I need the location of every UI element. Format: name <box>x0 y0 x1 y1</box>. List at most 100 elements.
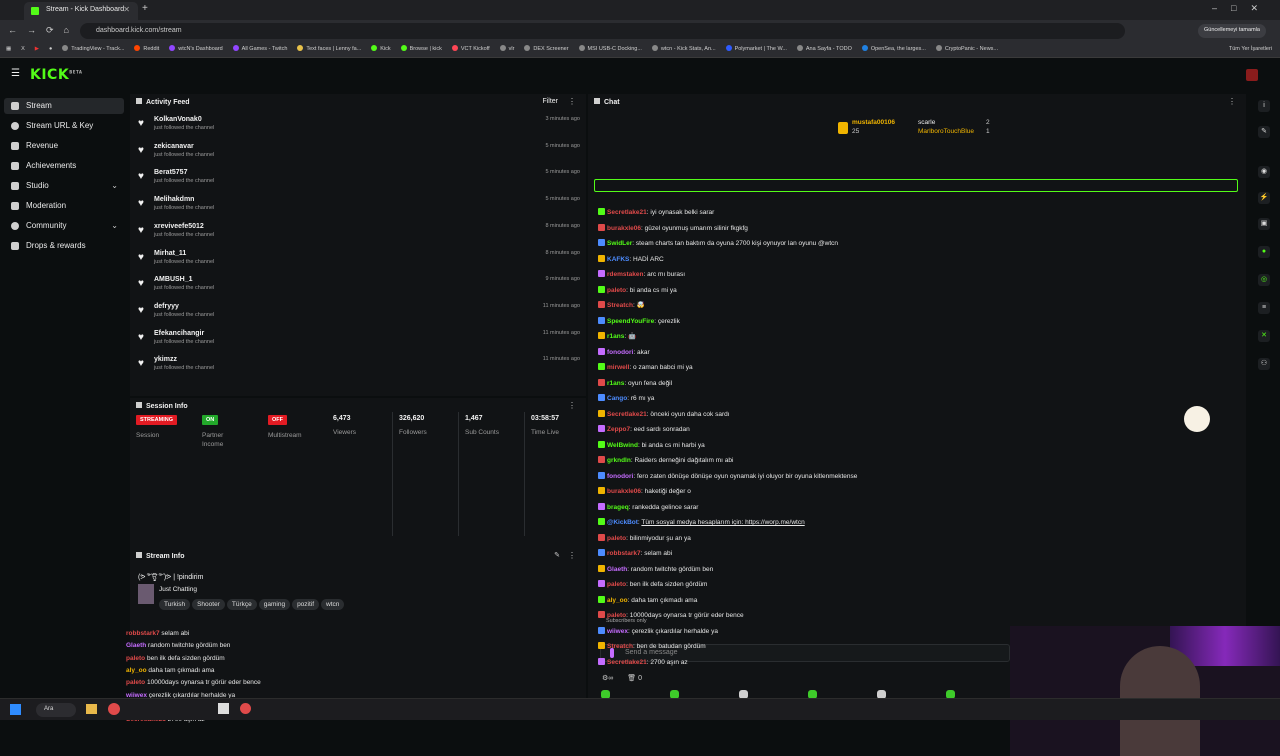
browser-tab-active[interactable]: Stream - Kick Dashboard ✕ <box>24 2 138 20</box>
bookmark[interactable]: DEX Screener <box>524 42 569 57</box>
taskbar-search[interactable]: Ara <box>36 703 76 717</box>
chat-message[interactable]: Glaeth: random twitchte gördüm ben <box>598 563 713 577</box>
wrench-icon[interactable]: ✕ <box>1258 330 1270 342</box>
follower-name[interactable]: Mirhat_11 <box>154 250 186 257</box>
close-tab-icon[interactable]: ✕ <box>123 5 130 14</box>
lightning-icon[interactable]: ⚡ <box>1258 192 1270 204</box>
more-options-icon[interactable]: ⋮ <box>568 97 576 106</box>
chat-message[interactable]: Streatch: 🤯 <box>598 299 645 313</box>
chat-message[interactable]: SwidLer: steam charts tan baktım da oyun… <box>598 237 838 251</box>
chat-username[interactable]: Streatch <box>607 643 633 650</box>
url-field[interactable]: dashboard.kick.com/stream <box>80 23 1125 39</box>
bookmark-icon[interactable]: ▶ <box>35 42 39 57</box>
chat-username[interactable]: paleto <box>607 287 626 294</box>
sidebar-item-stream[interactable]: Stream <box>4 98 124 114</box>
follower-name[interactable]: ykimzz <box>154 356 177 363</box>
more-options-icon[interactable]: ⋮ <box>568 401 576 410</box>
chat-username[interactable]: Streatch <box>607 302 633 309</box>
trash-icon[interactable]: 🗑 <box>627 675 636 682</box>
chat-username[interactable]: brageq <box>607 504 629 511</box>
chat-message[interactable]: aly_oo: daha tam çıkmadı ama <box>598 594 697 608</box>
chat-message[interactable]: paleto: 10000days oynarsa tr görür eder … <box>598 609 744 623</box>
category-name[interactable]: Just Chatting <box>159 586 197 593</box>
sidebar-item-studio[interactable]: Studio ⌄ <box>4 178 124 194</box>
edit-icon[interactable]: ✎ <box>1258 126 1270 138</box>
chat-username[interactable]: KAFKS <box>607 256 629 263</box>
chrome-icon[interactable] <box>108 703 120 715</box>
file-explorer-icon[interactable] <box>86 704 97 714</box>
tag[interactable]: Turkish <box>159 599 191 610</box>
bookmark[interactable]: wtcn - Kick Stats, An... <box>651 42 716 57</box>
chat-username[interactable]: @KickBot <box>607 519 638 526</box>
camera-icon[interactable]: ◉ <box>1258 166 1270 178</box>
tag[interactable]: pozitif <box>292 599 320 610</box>
edit-icon[interactable]: ✎ <box>554 551 560 559</box>
chat-username[interactable]: paleto <box>607 612 626 619</box>
all-bookmarks[interactable]: Tüm Yer İşaretleri <box>1229 42 1272 57</box>
hamburger-menu-icon[interactable]: ☰ <box>11 68 20 79</box>
chat-message[interactable]: Cango: r6 mı ya <box>598 392 654 406</box>
bookmark[interactable]: Text faces | Lenny fa... <box>297 42 361 57</box>
chat-username[interactable]: fonodori <box>607 349 633 356</box>
chat-message[interactable]: wiiwex: çerezlik çıkardılar herhalde ya <box>598 625 718 639</box>
chat-username[interactable]: SwidLer <box>607 240 632 247</box>
chat-message[interactable]: Secretlake21: önceki oyun daha cok sardı <box>598 408 730 422</box>
chat-message[interactable]: WelBwind: bi anda cs mi harbi ya <box>598 439 705 453</box>
chat-message[interactable]: @KickBot: Tüm sosyal medya hesaplarım iç… <box>598 516 805 530</box>
bookmark-x-icon[interactable]: X <box>21 42 25 57</box>
settings-icon[interactable]: ⚙∞ <box>602 675 613 682</box>
follower-name[interactable]: KolkanVonak0 <box>154 116 202 123</box>
stack-icon[interactable]: ≡ <box>1258 302 1270 314</box>
sidebar-item-moderation[interactable]: Moderation <box>4 198 124 214</box>
chat-message[interactable]: fonodori: akar <box>598 346 650 360</box>
follower-name[interactable]: Berat5757 <box>154 169 187 176</box>
follower-name[interactable]: defryyy <box>154 303 179 310</box>
chat-username[interactable]: paleto <box>607 581 626 588</box>
bookmark-icon[interactable]: ● <box>49 42 52 57</box>
chat-username[interactable]: mirwell <box>607 364 629 371</box>
chat-message[interactable]: paleto: ben ilk defa sizden gördüm <box>598 578 707 592</box>
chat-username[interactable]: rdemstaken <box>607 271 644 278</box>
bookmark[interactable]: Polymarket | The W... <box>725 42 787 57</box>
window-controls[interactable]: –□✕ <box>1212 3 1272 14</box>
sidebar-item-revenue[interactable]: Revenue <box>4 138 124 154</box>
chat-message[interactable]: burakxle06: güzel oyunmuş umarım silinir… <box>598 222 748 236</box>
broadcast-icon[interactable]: ◎ <box>1258 274 1270 286</box>
chat-username[interactable]: Glaeth <box>607 566 627 573</box>
chat-message[interactable]: KAFKS: HADİ ARC <box>598 253 664 267</box>
app-icon[interactable] <box>240 703 251 714</box>
bookmark[interactable]: CryptoPanic - News... <box>935 42 998 57</box>
chat-username[interactable]: robbstark7 <box>607 550 641 557</box>
chat-message[interactable]: Zeppo7: eed sardı sonradan <box>598 423 690 437</box>
sidebar-item-drops[interactable]: Drops & rewards <box>4 238 124 254</box>
chat-username[interactable]: SpeendYouFire <box>607 318 654 325</box>
tag[interactable]: Türkçe <box>226 599 257 610</box>
follower-name[interactable]: Melihakdmn <box>154 196 194 203</box>
sidebar-item-stream-url[interactable]: Stream URL & Key <box>4 118 124 134</box>
follower-name[interactable]: zekicanavar <box>154 143 194 150</box>
tag[interactable]: gaming <box>258 599 291 610</box>
chat-message[interactable]: grkndln: Raiders derneğini dağıtalım mı … <box>598 454 733 468</box>
shield-icon[interactable]: ▣ <box>1258 218 1270 230</box>
chat-username[interactable]: aly_oo <box>607 597 628 604</box>
bookmark[interactable]: Kick <box>371 42 391 57</box>
update-button[interactable]: Güncellemeyi tamamla <box>1198 24 1266 38</box>
apps-icon[interactable]: ▦ <box>6 42 11 57</box>
bookmark[interactable]: OpenSea, the larges... <box>861 42 926 57</box>
sidebar-item-achievements[interactable]: Achievements <box>4 158 124 174</box>
chat-username[interactable]: Zeppo7 <box>607 426 630 433</box>
bookmark[interactable]: Reddit <box>134 42 159 57</box>
follower-name[interactable]: xreviveefe5012 <box>154 223 204 230</box>
more-options-icon[interactable]: ⋮ <box>1228 97 1236 106</box>
chat-message[interactable]: brageq: rankedda gelince sarar <box>598 501 698 515</box>
chat-message[interactable]: paleto: bilinmiyodur şu an ya <box>598 532 691 546</box>
tag[interactable]: Shooter <box>192 599 225 610</box>
chat-username[interactable]: Secretlake21 <box>607 411 647 418</box>
follower-name[interactable]: Efekancihangir <box>154 330 204 337</box>
chat-username[interactable]: Cango <box>607 395 627 402</box>
bookmark[interactable]: Ana Sayfa - TODO <box>796 42 852 57</box>
bookmark[interactable]: All Games - Twitch <box>232 42 287 57</box>
chat-username[interactable]: fonodori <box>607 473 633 480</box>
chat-message[interactable]: r1ans: oyun fena değil <box>598 377 672 391</box>
filter-button[interactable]: Filter <box>542 98 558 105</box>
